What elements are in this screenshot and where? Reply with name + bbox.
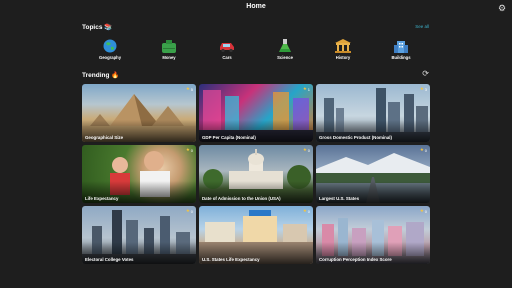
- card-title: Date of Admission to the Union (USA): [202, 196, 281, 201]
- topic-label: Cars: [222, 55, 232, 60]
- globe-icon: [103, 39, 117, 53]
- card-count: 0: [424, 208, 427, 214]
- card-badge: ★ 0: [186, 147, 193, 153]
- star-icon: ★: [419, 147, 424, 152]
- star-icon: ★: [419, 208, 424, 213]
- trending-card[interactable]: ★ 0 Largest U.S. States: [316, 145, 430, 203]
- card-title: Life Expectancy: [85, 196, 119, 201]
- star-icon: ★: [302, 208, 307, 213]
- card-badge: ★ 5: [186, 86, 193, 92]
- topic-cars[interactable]: Cars: [202, 36, 252, 64]
- building-icon: [394, 41, 408, 53]
- card-badge: ★ 0: [186, 208, 193, 214]
- star-icon: ★: [302, 147, 307, 152]
- card-count: 0: [190, 208, 193, 214]
- topics-heading: Topics 📚: [82, 24, 113, 31]
- trending-card[interactable]: ★ 0 Life Expectancy: [82, 145, 196, 203]
- top-bar: Home ⚙: [0, 0, 512, 18]
- star-icon: ★: [419, 86, 424, 91]
- topic-geography[interactable]: Geography: [85, 36, 135, 64]
- page-title: Home: [246, 3, 266, 10]
- card-count: 0: [190, 147, 193, 153]
- card-count: 5: [190, 86, 193, 92]
- money-bag-icon: [162, 40, 176, 53]
- card-count: 0: [307, 208, 310, 214]
- card-title: Corruption Perception Index Score: [319, 257, 392, 262]
- gear-icon[interactable]: ⚙: [497, 3, 507, 13]
- card-badge: ★ 1: [303, 86, 310, 92]
- card-title: GDP Per Capita (Nominal): [202, 135, 256, 140]
- trending-card[interactable]: ★ 0 U.S. States Life Expectancy: [199, 206, 313, 264]
- card-count: 3: [424, 86, 427, 92]
- star-icon: ★: [185, 86, 190, 91]
- trending-card[interactable]: ★ 0 Date of Admission to the Union (USA): [199, 145, 313, 203]
- refresh-icon[interactable]: ⟳: [422, 70, 429, 78]
- star-icon: ★: [185, 208, 190, 213]
- card-count: 0: [307, 147, 310, 153]
- columns-icon: [335, 39, 351, 53]
- topic-label: Money: [162, 55, 176, 60]
- trending-card[interactable]: ★ 0 Corruption Perception Index Score: [316, 206, 430, 264]
- card-title: Gross Domestic Product (Nominal): [319, 135, 392, 140]
- card-title: Electoral College Votes: [85, 257, 134, 262]
- card-title: Geographical Size: [85, 135, 124, 140]
- card-badge: ★ 0: [420, 147, 427, 153]
- topic-label: History: [335, 55, 351, 60]
- card-badge: ★ 3: [420, 86, 427, 92]
- card-count: 1: [307, 86, 310, 92]
- topic-history[interactable]: History: [318, 36, 368, 64]
- topic-buildings[interactable]: Buildings: [376, 36, 426, 64]
- trending-card[interactable]: ★ 1 GDP Per Capita (Nominal): [199, 84, 313, 142]
- topic-label: Geography: [98, 55, 122, 60]
- topic-money[interactable]: Money: [144, 36, 194, 64]
- flask-icon: [279, 39, 291, 52]
- trending-heading: Trending 🔥: [82, 72, 120, 79]
- star-icon: ★: [185, 147, 190, 152]
- star-icon: ★: [302, 86, 307, 91]
- card-badge: ★ 0: [420, 208, 427, 214]
- topic-label: Science: [277, 55, 293, 60]
- topic-label: Buildings: [391, 55, 411, 60]
- card-count: 0: [424, 147, 427, 153]
- car-icon: [220, 43, 234, 53]
- card-badge: ★ 0: [303, 147, 310, 153]
- card-badge: ★ 0: [303, 208, 310, 214]
- trending-card[interactable]: ★ 5 Geographical Size: [82, 84, 196, 142]
- topics-row: Geography Money Cars Science History Bui…: [82, 36, 430, 64]
- see-all-link[interactable]: See all: [415, 24, 429, 29]
- trending-card[interactable]: ★ 0 Electoral College Votes: [82, 206, 196, 264]
- card-title: Largest U.S. States: [319, 196, 360, 201]
- trending-card[interactable]: ★ 3 Gross Domestic Product (Nominal): [316, 84, 430, 142]
- card-title: U.S. States Life Expectancy: [202, 257, 260, 262]
- topic-science[interactable]: Science: [260, 36, 310, 64]
